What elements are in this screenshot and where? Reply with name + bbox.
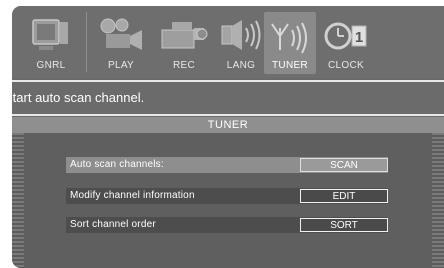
panel-title: TUNER	[12, 117, 444, 133]
tab-label: GNRL	[36, 60, 66, 71]
tab-label: TUNER	[272, 60, 308, 71]
tab-label: CLOCK	[328, 60, 364, 71]
video-camera-icon	[158, 12, 210, 54]
tab-clock[interactable]: 1 CLOCK	[320, 12, 372, 74]
tab-label: LANG	[226, 60, 256, 71]
right-edge-stripes	[432, 133, 444, 268]
tuner-menu-window: GNRL PLAY REC LANG TUNER 1 CLOCK Start a…	[12, 6, 444, 268]
tab-lang[interactable]: LANG	[216, 12, 266, 74]
category-toolbar: GNRL PLAY REC LANG TUNER 1 CLOCK	[12, 6, 444, 78]
tab-rec[interactable]: REC	[156, 12, 212, 74]
row-label: Auto scan channels:	[70, 159, 164, 170]
clock-icon: 1	[322, 12, 370, 54]
tuner-panel: TUNER Auto scan channels: SCAN Modify ch…	[12, 117, 444, 268]
tab-gnrl[interactable]: GNRL	[26, 12, 76, 74]
tab-label: REC	[172, 60, 195, 71]
row-label: Sort channel order	[70, 219, 156, 230]
status-text: Start auto scan channel.	[12, 90, 145, 105]
tv-monitor-icon	[29, 12, 73, 54]
status-bar: Start auto scan channel.	[12, 80, 444, 116]
speaker-icon	[216, 12, 266, 54]
left-edge-stripes	[12, 133, 24, 268]
sort-button[interactable]: SORT	[300, 218, 388, 232]
row-label: Modify channel information	[70, 190, 195, 201]
tab-label: PLAY	[107, 60, 135, 71]
divider	[86, 12, 87, 72]
antenna-icon	[266, 12, 314, 54]
scan-button[interactable]: SCAN	[300, 158, 388, 172]
edit-button[interactable]: EDIT	[300, 189, 388, 203]
tab-tuner[interactable]: TUNER	[264, 12, 316, 74]
tab-play[interactable]: PLAY	[94, 12, 148, 74]
film-projector-icon	[96, 12, 146, 54]
svg-text:1: 1	[355, 29, 363, 46]
